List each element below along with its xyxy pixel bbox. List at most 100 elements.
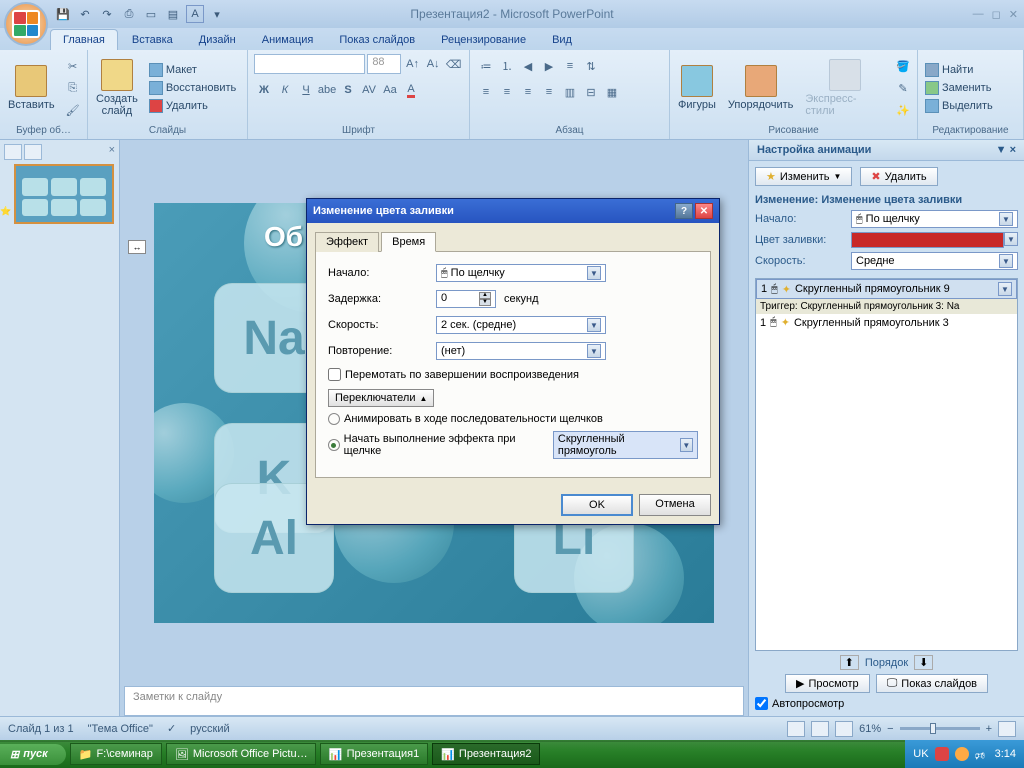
undo-icon[interactable]: ↶ <box>76 5 94 23</box>
font-family-combo[interactable] <box>254 54 365 74</box>
fit-window-icon[interactable] <box>998 721 1016 737</box>
font-color-icon[interactable]: A <box>401 80 421 100</box>
zoom-value[interactable]: 61% <box>859 723 881 735</box>
line-spacing-icon[interactable]: ≡ <box>560 56 580 76</box>
dlg-speed-combo[interactable]: 2 сек. (средне)▼ <box>436 316 606 334</box>
tray-clock[interactable]: 3:14 <box>995 748 1016 760</box>
tab-insert[interactable]: Вставка <box>120 30 185 50</box>
dlg-rewind-checkbox[interactable]: Перемотать по завершении воспроизведения <box>328 368 698 381</box>
qat-last-icon[interactable]: A <box>186 5 204 23</box>
spacing-icon[interactable]: AV <box>359 80 379 100</box>
office-button[interactable] <box>4 2 48 46</box>
strike-icon[interactable]: abe <box>317 80 337 100</box>
new-slide-button[interactable]: Создать слайд <box>92 57 142 119</box>
radio-trigger[interactable]: Начать выполнение эффекта при щелчке Скр… <box>328 431 698 459</box>
task-item[interactable]: 📊Презентация2 <box>432 743 540 765</box>
animation-badge-icon[interactable]: ↔ <box>128 240 146 254</box>
fill-color-combo[interactable] <box>851 232 1004 248</box>
remove-effect-button[interactable]: ✖Удалить <box>860 167 937 186</box>
shrink-font-icon[interactable]: A↓ <box>424 54 443 74</box>
align-right-icon[interactable]: ≡ <box>518 82 538 102</box>
change-effect-button[interactable]: ★Изменить ▼ <box>755 167 852 186</box>
align-left-icon[interactable]: ≡ <box>476 82 496 102</box>
tab-slideshow[interactable]: Показ слайдов <box>327 30 427 50</box>
new-icon[interactable]: ▭ <box>142 5 160 23</box>
minimize-icon[interactable]: — <box>973 8 984 21</box>
bold-icon[interactable]: Ж <box>254 80 274 100</box>
slideshow-view-icon[interactable] <box>835 721 853 737</box>
radio-sequence[interactable]: Анимировать в ходе последовательности ще… <box>328 413 698 425</box>
autopreview-checkbox[interactable]: Автопросмотр <box>755 697 1018 710</box>
dlg-repeat-combo[interactable]: (нет)▼ <box>436 342 606 360</box>
dialog-titlebar[interactable]: Изменение цвета заливки ? ✕ <box>307 199 719 223</box>
shape-fill-icon[interactable]: 🪣 <box>893 56 913 76</box>
arrange-button[interactable]: Упорядочить <box>724 63 797 113</box>
delete-button[interactable]: Удалить <box>146 98 239 114</box>
open-icon[interactable]: ▤ <box>164 5 182 23</box>
task-item[interactable]: 📁F:\семинар <box>70 743 162 765</box>
find-button[interactable]: Найти <box>922 62 996 78</box>
tab-view[interactable]: Вид <box>540 30 584 50</box>
slide-thumbnail[interactable] <box>14 164 114 224</box>
shape-outline-icon[interactable]: ✎ <box>893 78 913 98</box>
shape-effects-icon[interactable]: ✨ <box>893 100 913 120</box>
pane-close-icon[interactable]: × <box>1010 144 1016 156</box>
notes-pane[interactable]: Заметки к слайду <box>124 686 744 716</box>
grow-font-icon[interactable]: A↑ <box>403 54 422 74</box>
paste-button[interactable]: Вставить <box>4 63 59 113</box>
speed-combo[interactable]: Средне▼ <box>851 252 1018 270</box>
tray-lang[interactable]: UK <box>913 748 928 760</box>
align-center-icon[interactable]: ≡ <box>497 82 517 102</box>
start-combo[interactable]: 🖱 По щелчку▼ <box>851 210 1018 228</box>
tab-animation[interactable]: Анимация <box>250 30 326 50</box>
text-direction-icon[interactable]: ⇅ <box>581 56 601 76</box>
justify-icon[interactable]: ≡ <box>539 82 559 102</box>
clear-format-icon[interactable]: ⌫ <box>444 54 463 74</box>
dlg-start-combo[interactable]: 🖱 По щелчку▼ <box>436 264 606 282</box>
thumbnails-close-icon[interactable]: × <box>109 144 115 160</box>
replace-button[interactable]: Заменить <box>922 80 996 96</box>
fill-dropdown-icon[interactable]: ▼ <box>1004 232 1018 246</box>
close-icon[interactable]: ✕ <box>1009 8 1018 21</box>
cut-icon[interactable]: ✂ <box>63 56 83 76</box>
align-text-icon[interactable]: ⊟ <box>581 82 601 102</box>
quick-styles-button[interactable]: Экспресс-стили <box>801 57 889 119</box>
thumbnails-tab-outline[interactable] <box>24 144 42 160</box>
dialog-help-icon[interactable]: ? <box>675 203 693 219</box>
sorter-view-icon[interactable] <box>811 721 829 737</box>
copy-icon[interactable]: ⎘ <box>63 78 83 98</box>
cancel-button[interactable]: Отмена <box>639 494 711 516</box>
task-item[interactable]: 🖼Microsoft Office Pictu… <box>166 743 316 765</box>
list-item[interactable]: 1🖱✦Скругленный прямоугольник 3 <box>756 314 1017 331</box>
tab-home[interactable]: Главная <box>50 29 118 50</box>
tray-icon[interactable] <box>935 747 949 761</box>
list-item[interactable]: 1🖱✦Скругленный прямоугольник 9▼ <box>756 279 1017 299</box>
numbering-icon[interactable]: ⒈ <box>497 56 517 76</box>
preview-button[interactable]: ▶ Просмотр <box>785 674 870 693</box>
thumbnails-tab-slides[interactable] <box>4 144 22 160</box>
italic-icon[interactable]: К <box>275 80 295 100</box>
redo-icon[interactable]: ↷ <box>98 5 116 23</box>
start-button[interactable]: ⊞пуск <box>0 744 66 765</box>
shapes-button[interactable]: Фигуры <box>674 63 720 113</box>
ok-button[interactable]: OK <box>561 494 633 516</box>
maximize-icon[interactable]: ◻ <box>992 8 1001 21</box>
case-icon[interactable]: Aa <box>380 80 400 100</box>
layout-button[interactable]: Макет <box>146 62 239 78</box>
columns-icon[interactable]: ▥ <box>560 82 580 102</box>
trigger-object-combo[interactable]: Скругленный прямоуголь▼ <box>553 431 698 459</box>
save-icon[interactable]: 💾 <box>54 5 72 23</box>
reset-button[interactable]: Восстановить <box>146 80 239 96</box>
underline-icon[interactable]: Ч <box>296 80 316 100</box>
task-item[interactable]: 📊Презентация1 <box>320 743 428 765</box>
shadow-icon[interactable]: S <box>338 80 358 100</box>
font-size-combo[interactable]: 88 <box>367 54 401 74</box>
dialog-tab-effect[interactable]: Эффект <box>315 232 379 252</box>
smartart-icon[interactable]: ▦ <box>602 82 622 102</box>
triggers-toggle[interactable]: Переключатели ▲ <box>328 389 434 407</box>
pane-dropdown-icon[interactable]: ▼ <box>996 144 1007 156</box>
zoom-in-icon[interactable]: + <box>986 723 992 735</box>
tab-review[interactable]: Рецензирование <box>429 30 538 50</box>
reorder-down-icon[interactable]: ⬇ <box>914 655 933 670</box>
dialog-close-icon[interactable]: ✕ <box>695 203 713 219</box>
